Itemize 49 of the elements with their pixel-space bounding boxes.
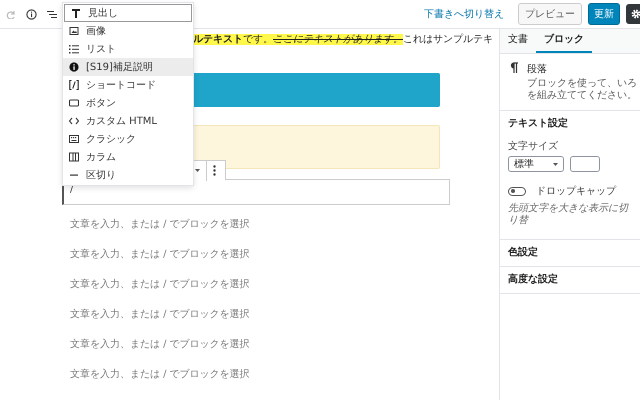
menu-item[interactable]: 画像 [63, 22, 193, 40]
menu-item[interactable]: ショートコード [63, 76, 193, 94]
field-label: 文字サイズ [508, 140, 559, 153]
panel-header[interactable]: 色設定 [508, 240, 634, 266]
panel-header[interactable]: テキスト設定 [508, 111, 634, 137]
info-icon[interactable] [26, 8, 37, 20]
heading-icon [71, 8, 81, 18]
switch-to-draft-link[interactable]: 下書きへ切り替え [424, 7, 504, 21]
settings-button[interactable] [626, 4, 640, 24]
info-icon [69, 62, 79, 72]
columns-icon [69, 152, 79, 162]
toggle-label: ドロップキャップ [536, 184, 616, 198]
paragraph-icon [510, 62, 519, 73]
panel-header[interactable]: 高度な設定 [508, 267, 634, 293]
placeholder-text[interactable]: 文章を入力、または / でブロックを選択 [62, 275, 440, 295]
preview-button[interactable]: プレビュー [518, 3, 582, 25]
custom-size-field[interactable] [570, 156, 600, 172]
code-icon [69, 116, 79, 126]
block-title: 段落 [527, 62, 548, 76]
menu-item[interactable]: 見出し [64, 4, 192, 22]
outline-icon[interactable] [47, 10, 57, 18]
help-text: 先頭文字を大きな表示に切り替 [508, 203, 630, 227]
placeholder-text[interactable]: 文章を入力、または / でブロックを選択 [62, 245, 440, 265]
more-icon[interactable] [213, 165, 216, 176]
sidebar-tab[interactable]: 文書 [500, 29, 536, 53]
button-icon [69, 98, 79, 108]
placeholder-text[interactable]: 文章を入力、または / でブロックを選択 [62, 215, 440, 235]
toggle-switch[interactable] [508, 186, 526, 196]
shortcode-icon [69, 80, 79, 90]
paragraph-text: ルテキスト です。ここにテキストがあります。これはサンプルテキ [192, 32, 494, 47]
block-description: ブロックを使って、いろ [527, 78, 637, 90]
block-description: を組み立ててください。 [527, 90, 637, 102]
placeholder-text[interactable]: 文章を入力、または / でブロックを選択 [62, 365, 440, 385]
classic-editor-icon [69, 134, 79, 144]
menu-item[interactable]: リスト [63, 40, 193, 58]
placeholder-text[interactable]: 文章を入力、または / でブロックを選択 [62, 335, 440, 355]
image-icon [69, 26, 79, 36]
menu-item[interactable]: カラム [63, 148, 193, 166]
update-button[interactable]: 更新 [588, 3, 620, 25]
list-icon [69, 44, 79, 54]
menu-item[interactable]: [S19]補足説明 [63, 58, 193, 76]
menu-item[interactable]: カスタム HTML [63, 112, 193, 130]
placeholder-text[interactable]: 文章を入力、または / でブロックを選択 [62, 305, 440, 325]
sidebar-tab[interactable]: ブロック [536, 29, 592, 53]
menu-item[interactable]: クラシック [63, 130, 193, 148]
settings-icon [631, 9, 640, 19]
menu-item[interactable]: ボタン [63, 94, 193, 112]
font-size-select[interactable]: 標準 [508, 156, 564, 172]
caret-icon [553, 162, 558, 166]
